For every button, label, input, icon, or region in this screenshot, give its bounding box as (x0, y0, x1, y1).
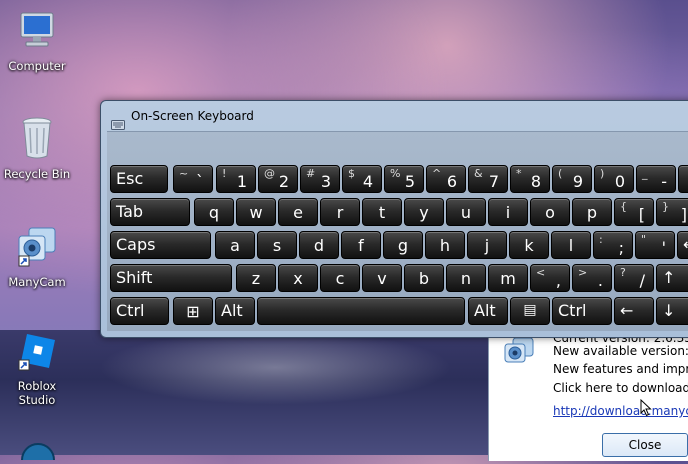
key-2[interactable]: @2 (258, 165, 298, 193)
desktop-icon-label: Roblox Studio (17, 379, 57, 407)
update-dialog: Current version: 2.6.35 New available ve… (488, 331, 688, 461)
manycam-icon (0, 226, 77, 271)
key-i[interactable]: i (488, 198, 528, 226)
recycle-bin-icon (0, 116, 77, 163)
key-0[interactable]: ) 0 (594, 165, 634, 193)
key-caps[interactable]: Caps (110, 231, 211, 259)
desktop-icon-label: Recycle Bin (3, 167, 71, 181)
key-w[interactable]: w (236, 198, 276, 226)
roblox-studio-icon (0, 330, 77, 375)
key-x[interactable]: x (278, 264, 318, 292)
window-title: On-Screen Keyboard (131, 109, 254, 123)
key-t[interactable]: t (362, 198, 402, 226)
key-tab[interactable]: Tab (110, 198, 190, 226)
key-ctrl-right[interactable]: Ctrl (552, 297, 612, 325)
key-right-bracket[interactable]: }] (656, 198, 688, 226)
desktop-icon-label: Computer (8, 59, 66, 73)
key-comma[interactable]: <, (530, 264, 570, 292)
key-period[interactable]: >. (572, 264, 612, 292)
key-esc[interactable]: Esc (110, 165, 168, 193)
key-d[interactable]: d (299, 231, 339, 259)
title-bar[interactable]: On-Screen Keyboard (101, 101, 688, 131)
key-e[interactable]: e (278, 198, 318, 226)
key-6[interactable]: ^ 6 (426, 165, 466, 193)
key-menu[interactable]: ▤ (510, 297, 550, 325)
key-equals[interactable] (678, 165, 688, 193)
key-z[interactable]: z (236, 264, 276, 292)
key-left-arrow[interactable]: ← (614, 297, 654, 325)
key-s[interactable]: s (257, 231, 297, 259)
key-c[interactable]: c (320, 264, 360, 292)
key-7[interactable]: & 7 (468, 165, 508, 193)
desktop-icon-roblox-studio[interactable]: Roblox Studio (0, 330, 77, 407)
desktop-icon-manycam[interactable]: ManyCam (0, 226, 77, 289)
key-ctrl-left[interactable]: Ctrl (110, 297, 169, 325)
key-a[interactable]: a (215, 231, 255, 259)
key-g[interactable]: g (383, 231, 423, 259)
key-left-bracket[interactable]: {[ (614, 198, 654, 226)
new-version-text: New available version: (553, 344, 688, 358)
download-link[interactable]: http://download.manyca (553, 404, 688, 418)
key-minus[interactable]: _ - (636, 165, 676, 193)
key-up-arrow[interactable]: ↑ (656, 264, 688, 292)
key-o[interactable]: o (530, 198, 570, 226)
menu-icon: ▤ (523, 302, 537, 318)
key-windows[interactable]: ⊞ (173, 297, 213, 325)
key-r[interactable]: r (320, 198, 360, 226)
desktop-icon-computer[interactable]: Computer (0, 10, 77, 73)
key-shift[interactable]: Shift (110, 264, 232, 292)
key-p[interactable]: p (572, 198, 612, 226)
manycam-icon (503, 337, 537, 367)
key-m[interactable]: m (488, 264, 528, 292)
mouse-cursor-icon (640, 398, 652, 421)
key-quote[interactable]: " ' (635, 231, 675, 259)
key-u[interactable]: u (446, 198, 486, 226)
key-alt-left[interactable]: Alt (215, 297, 255, 325)
key-3[interactable]: #3 (300, 165, 340, 193)
key-4[interactable]: $4 (342, 165, 382, 193)
on-screen-keyboard-window: On-Screen Keyboard Esc ~ ` ! 1 @2 #3 $4 % 5… (100, 100, 688, 338)
key-j[interactable]: j (467, 231, 507, 259)
download-prompt-text: Click here to download (553, 381, 688, 395)
partial-app-icon (21, 443, 55, 464)
computer-icon (0, 10, 77, 55)
key-n[interactable]: n (446, 264, 486, 292)
key-q[interactable]: q (194, 198, 234, 226)
windows-logo-icon: ⊞ (186, 302, 200, 321)
key-enter[interactable]: ← (677, 231, 688, 259)
key-l[interactable]: l (551, 231, 591, 259)
key-8[interactable]: * 8 (510, 165, 550, 193)
key-space[interactable] (257, 297, 465, 325)
key-semicolon[interactable]: :; (593, 231, 633, 259)
keyboard-area: Esc ~ ` ! 1 @2 #3 $4 % 5 ^ 6 & 7 * 8 (9 ) 0 _ - … (107, 131, 688, 331)
key-backtick[interactable]: ~ ` (173, 165, 213, 193)
key-9[interactable]: (9 (552, 165, 592, 193)
key-h[interactable]: h (425, 231, 465, 259)
key-y[interactable]: y (404, 198, 444, 226)
key-down-arrow[interactable]: ↓ (656, 297, 688, 325)
key-slash[interactable]: ? / (614, 264, 654, 292)
close-button[interactable]: Close (602, 433, 688, 457)
key-k[interactable]: k (509, 231, 549, 259)
key-5[interactable]: % 5 (384, 165, 424, 193)
key-v[interactable]: v (362, 264, 402, 292)
desktop-icon-label: ManyCam (8, 275, 66, 289)
key-f[interactable]: f (341, 231, 381, 259)
desktop-icon-recycle-bin[interactable]: Recycle Bin (0, 116, 77, 181)
partial-desktop-icon[interactable] (18, 440, 58, 464)
key-1[interactable]: ! 1 (216, 165, 256, 193)
key-alt-right[interactable]: Alt (468, 297, 508, 325)
features-text: New features and impro (553, 362, 688, 376)
key-b[interactable]: b (404, 264, 444, 292)
